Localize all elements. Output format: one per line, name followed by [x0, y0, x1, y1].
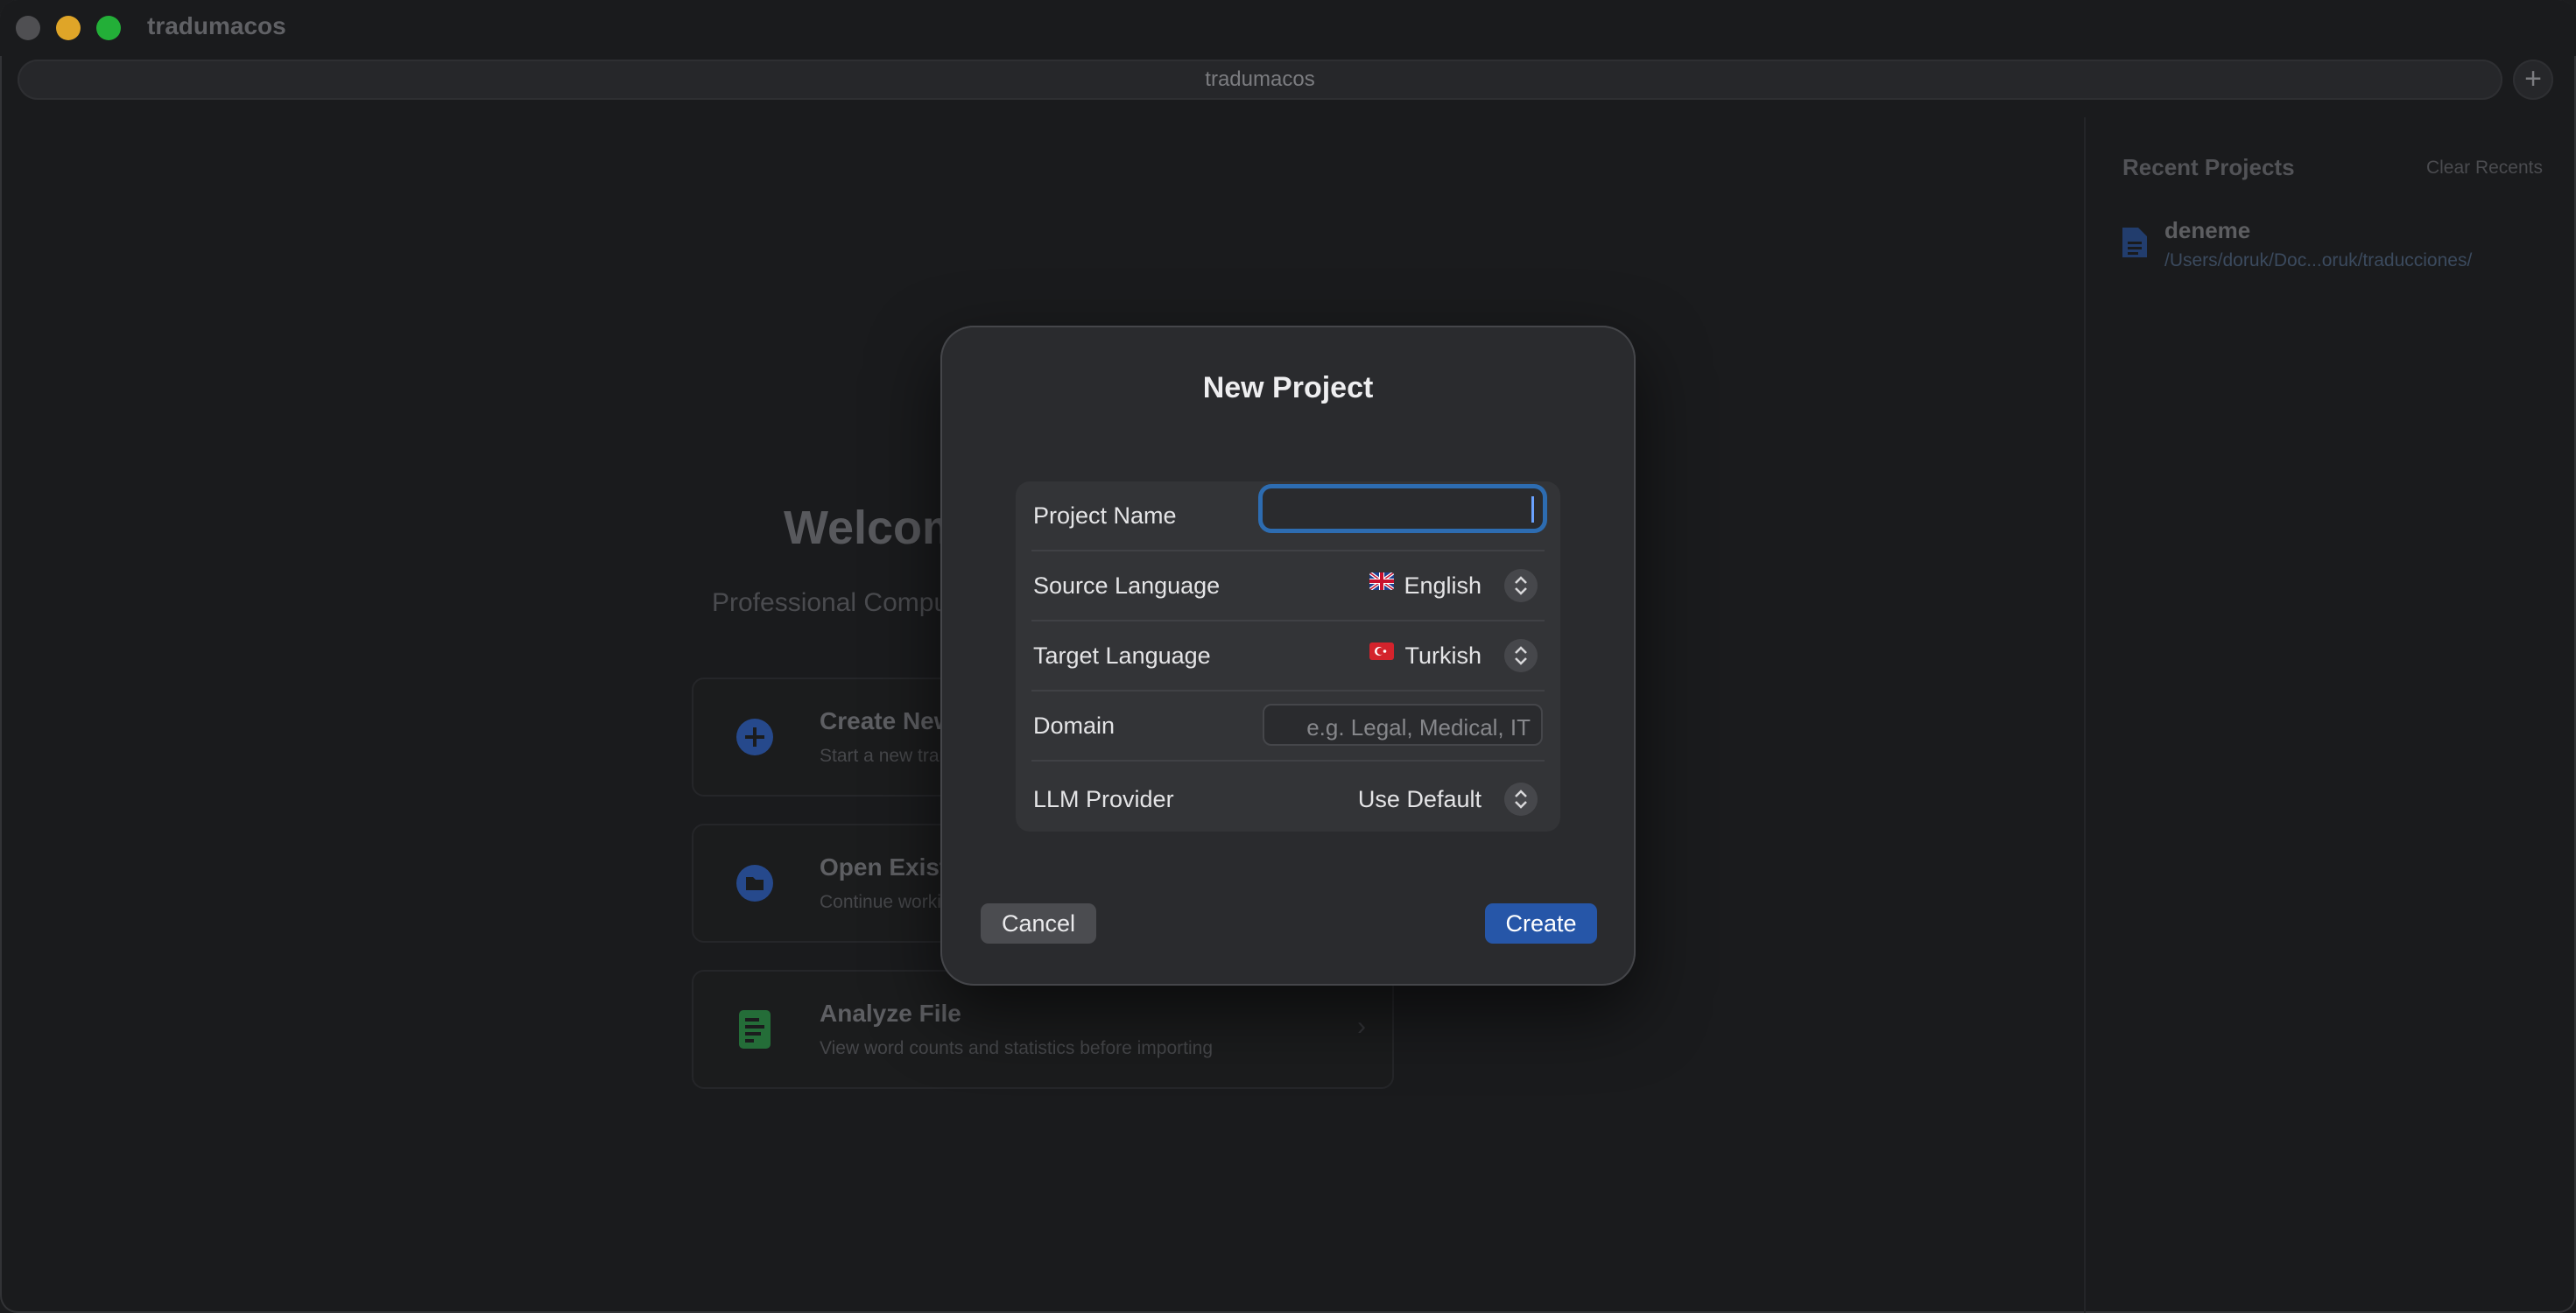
domain-placeholder: e.g. Legal, Medical, IT — [1306, 714, 1531, 741]
dialog-title: New Project — [1202, 371, 1374, 404]
llm-provider-stepper[interactable] — [1504, 783, 1538, 816]
row-divider — [1031, 760, 1545, 762]
source-language-stepper[interactable] — [1504, 569, 1538, 602]
project-name-row: Project Name — [1016, 481, 1560, 551]
tr-flag-icon — [1369, 642, 1394, 660]
project-name-label: Project Name — [1033, 502, 1177, 529]
source-language-row: Source Language English — [1016, 551, 1560, 621]
source-language-label: Source Language — [1033, 572, 1221, 599]
gb-flag-icon — [1369, 572, 1394, 590]
target-language-label: Target Language — [1033, 642, 1211, 669]
cancel-button[interactable]: Cancel — [981, 903, 1096, 944]
create-button[interactable]: Create — [1485, 903, 1597, 944]
target-language-value: Turkish — [1404, 642, 1482, 669]
domain-row: Domain e.g. Legal, Medical, IT — [1016, 692, 1560, 762]
target-language-row: Target Language Turkish — [1016, 621, 1560, 692]
text-caret — [1531, 496, 1534, 523]
project-form: Project Name Source Language English Tar… — [1016, 481, 1560, 832]
domain-label: Domain — [1033, 713, 1116, 739]
llm-provider-value: Use Default — [1357, 786, 1482, 812]
app-window: tradumacos tradumacos + Welcome to tradu… — [0, 0, 2576, 1313]
domain-input[interactable]: e.g. Legal, Medical, IT — [1263, 704, 1543, 746]
source-language-value: English — [1404, 572, 1482, 599]
project-name-input[interactable] — [1263, 488, 1543, 529]
llm-provider-label: LLM Provider — [1033, 786, 1174, 812]
new-project-dialog: New Project Project Name Source Language — [940, 326, 1636, 986]
target-language-stepper[interactable] — [1504, 639, 1538, 672]
llm-provider-row: LLM Provider Use Default — [1016, 765, 1560, 835]
